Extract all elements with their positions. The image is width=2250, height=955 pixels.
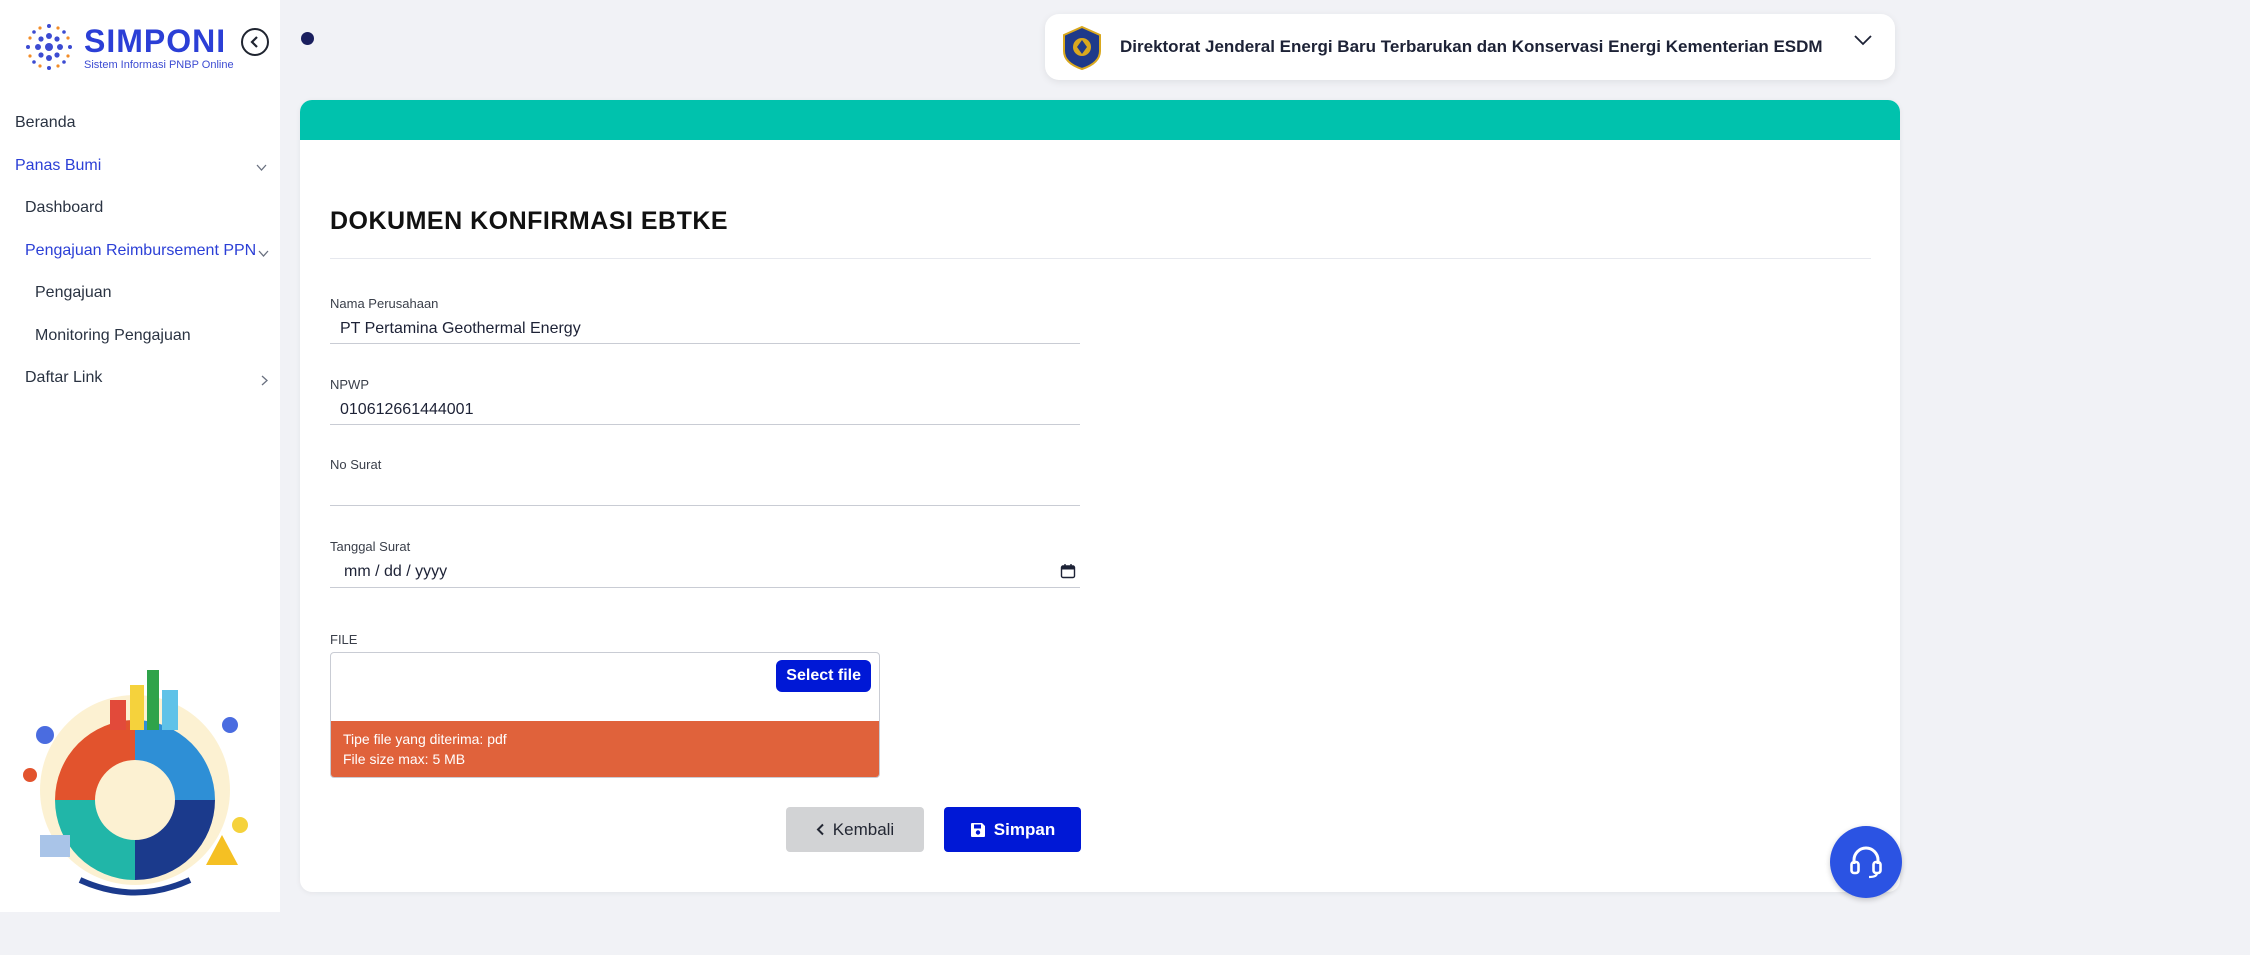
chevron-left-icon: [816, 823, 824, 836]
chevron-down-icon: [256, 164, 267, 171]
company-field[interactable]: Nama Perusahaan PT Pertamina Geothermal …: [330, 296, 1080, 344]
sidebar-item-monitoring-pengajuan[interactable]: Monitoring Pengajuan: [35, 327, 191, 345]
chevron-left-icon: [250, 36, 258, 48]
chevron-down-icon: [1854, 35, 1872, 46]
field-underline: [330, 505, 1080, 506]
sidebar-item-dashboard[interactable]: Dashboard: [25, 199, 103, 217]
file-upload[interactable]: Select file Tipe file yang diterima: pdf…: [330, 652, 880, 778]
kemenkeu-logo: [1063, 25, 1101, 71]
back-button[interactable]: Kembali: [786, 807, 924, 852]
file-requirements-note: Tipe file yang diterima: pdf File size m…: [331, 721, 879, 777]
organization-name: Direktorat Jenderal Energi Baru Terbaruk…: [1120, 37, 1823, 56]
npwp-value[interactable]: 010612661444001: [340, 401, 473, 419]
no-surat-label: No Surat: [330, 457, 382, 472]
simponi-logo: [26, 24, 72, 70]
tanggal-surat-input[interactable]: mm / dd / yyyy: [344, 563, 447, 581]
organization-selector[interactable]: Direktorat Jenderal Energi Baru Terbaruk…: [1045, 14, 1895, 80]
energy-illustration: [23, 670, 248, 896]
npwp-label: NPWP: [330, 377, 369, 392]
file-size-note: File size max: 5 MB: [343, 751, 466, 767]
field-underline: [330, 424, 1080, 425]
brand-subtitle: Sistem Informasi PNBP Online: [84, 58, 234, 71]
sidebar: SIMPONI Sistem Informasi PNBP Online Ber…: [0, 0, 280, 912]
save-button[interactable]: Simpan: [944, 807, 1081, 852]
tanggal-surat-field[interactable]: Tanggal Surat mm / dd / yyyy: [330, 539, 1080, 588]
company-label: Nama Perusahaan: [330, 296, 439, 311]
sidebar-item-beranda[interactable]: Beranda: [15, 114, 76, 132]
field-underline: [330, 343, 1080, 344]
no-surat-field[interactable]: No Surat: [330, 457, 1080, 506]
file-type-note: Tipe file yang diterima: pdf: [343, 731, 507, 747]
page-title: DOKUMEN KONFIRMASI EBTKE: [330, 207, 729, 235]
select-file-button[interactable]: Select file: [776, 660, 871, 692]
sidebar-item-pengajuan-reimbursement-ppn[interactable]: Pengajuan Reimbursement PPN: [25, 242, 256, 260]
card-header-bar: [300, 100, 1900, 140]
sidebar-item-panas-bumi[interactable]: Panas Bumi: [15, 157, 101, 175]
company-value[interactable]: PT Pertamina Geothermal Energy: [340, 320, 581, 338]
save-icon: [970, 822, 985, 837]
sidebar-item-pengajuan[interactable]: Pengajuan: [35, 284, 112, 302]
divider: [330, 258, 1871, 259]
save-button-label: Simpan: [993, 819, 1056, 839]
tanggal-surat-label: Tanggal Surat: [330, 539, 411, 554]
back-button-label: Kembali: [832, 819, 895, 839]
field-underline: [330, 587, 1080, 588]
collapse-sidebar-button[interactable]: [241, 28, 269, 56]
chevron-down-icon: [258, 250, 269, 257]
brand[interactable]: SIMPONI Sistem Informasi PNBP Online: [18, 16, 234, 78]
file-label: FILE: [330, 632, 358, 647]
support-chat-button[interactable]: [1830, 826, 1902, 898]
calendar-icon[interactable]: [1060, 563, 1076, 579]
chevron-right-icon: [261, 375, 268, 386]
status-dot: [301, 32, 314, 45]
sidebar-item-daftar-link[interactable]: Daftar Link: [25, 369, 102, 387]
npwp-field[interactable]: NPWP 010612661444001: [330, 377, 1080, 425]
headset-icon: [1850, 846, 1882, 879]
brand-name: SIMPONI: [84, 22, 227, 59]
form-card: DOKUMEN KONFIRMASI EBTKE Nama Perusahaan…: [300, 100, 1900, 892]
